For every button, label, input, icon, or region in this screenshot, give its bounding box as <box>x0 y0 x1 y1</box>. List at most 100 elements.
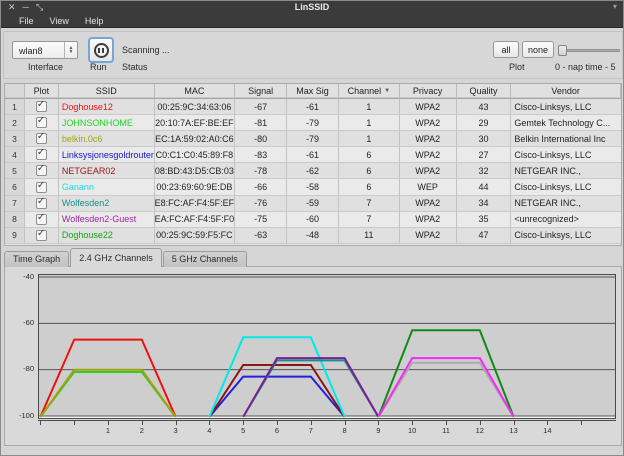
max-sig-cell: -48 <box>287 228 339 244</box>
menu-item-view[interactable]: View <box>50 16 69 26</box>
x-tick-label: 8 <box>335 426 355 435</box>
channel-cell: 7 <box>339 212 400 228</box>
x-tick-label: 3 <box>166 426 186 435</box>
plot-checkbox[interactable]: ✓ <box>36 149 47 160</box>
menu-item-file[interactable]: File <box>19 16 34 26</box>
plot-checkbox[interactable]: ✓ <box>36 198 47 209</box>
privacy-cell: WPA2 <box>400 131 457 147</box>
x-tick <box>547 421 548 425</box>
table-row[interactable]: 1 ✓ Doghouse12 00:25:9C:34:63:06 -67 -61… <box>5 99 621 115</box>
table-row[interactable]: 6 ✓ Ganann 00:23:69:60:9E:DB -66 -58 6 W… <box>5 179 621 195</box>
titlebar[interactable]: ✕ ─ ⤡ LinSSID ▾ <box>1 1 623 14</box>
column-header-channel[interactable]: Channel▼ <box>339 84 400 98</box>
table-row[interactable]: 7 ✓ Wolfesden2 E8:FC:AF:F4:5F:EF -76 -59… <box>5 196 621 212</box>
x-tick-label: 9 <box>368 426 388 435</box>
column-header-quality[interactable]: Quality <box>457 84 512 98</box>
run-pause-button[interactable] <box>88 37 114 63</box>
signal-cell: -63 <box>235 228 287 244</box>
channel-graph-panel: -40-60-80-100 1234567891011121314 <box>4 266 622 446</box>
tab-time-graph[interactable]: Time Graph <box>4 251 69 267</box>
ssid-cell: Doghouse22 <box>59 228 155 244</box>
interface-label: Interface <box>28 62 63 72</box>
plot-checkbox[interactable]: ✓ <box>36 182 47 193</box>
privacy-cell: WPA2 <box>400 212 457 228</box>
signal-curve-netgear02 <box>209 365 344 417</box>
mac-cell: 00:25:9C:59:F5:FC <box>155 228 236 244</box>
table-row[interactable]: 4 ✓ Linksysjonesgoldrouter C0:C1:C0:45:8… <box>5 147 621 163</box>
mac-cell: EC:1A:59:02:A0:C6 <box>155 131 236 147</box>
tab-2-4-ghz-channels[interactable]: 2.4 GHz Channels <box>70 248 162 267</box>
column-header-plot[interactable]: Plot <box>25 84 59 98</box>
quality-cell: 27 <box>457 147 512 163</box>
plot-checkbox[interactable]: ✓ <box>36 133 47 144</box>
plot-checkbox[interactable]: ✓ <box>36 214 47 225</box>
max-sig-cell: -61 <box>287 99 339 115</box>
table-row[interactable]: 2 ✓ JOHNSONHOME 20:10:7A:EF:BE:EF -81 -7… <box>5 115 621 131</box>
column-header-ssid[interactable]: SSID <box>59 84 155 98</box>
x-tick-label: 10 <box>402 426 422 435</box>
menu-item-help[interactable]: Help <box>85 16 104 26</box>
signal-curve-unlabeled-gray <box>378 363 513 417</box>
vendor-cell: Cisco-Linksys, LLC <box>511 147 621 163</box>
channel-cell: 6 <box>339 163 400 179</box>
channel-cell: 7 <box>339 196 400 212</box>
row-number: 2 <box>5 115 25 131</box>
x-tick <box>480 421 481 425</box>
vendor-cell: NETGEAR INC., <box>511 163 621 179</box>
column-header-vendor[interactable]: Vendor <box>511 84 621 98</box>
vendor-cell: NETGEAR INC., <box>511 196 621 212</box>
status-value: Scanning ... <box>122 45 170 55</box>
column-header-privacy[interactable]: Privacy <box>400 84 457 98</box>
x-axis-line <box>38 420 616 421</box>
signal-cell: -76 <box>235 196 287 212</box>
signal-cell: -83 <box>235 147 287 163</box>
table-row[interactable]: 9 ✓ Doghouse22 00:25:9C:59:F5:FC -63 -48… <box>5 228 621 244</box>
privacy-cell: WEP <box>400 179 457 195</box>
vendor-cell: Cisco-Linksys, LLC <box>511 99 621 115</box>
x-tick <box>243 421 244 425</box>
interface-value: wlan8 <box>19 46 43 56</box>
plot-checkbox[interactable]: ✓ <box>36 165 47 176</box>
plot-cell: ✓ <box>25 99 59 115</box>
max-sig-cell: -58 <box>287 179 339 195</box>
signal-cell: -81 <box>235 115 287 131</box>
privacy-cell: WPA2 <box>400 228 457 244</box>
column-header-signal[interactable]: Signal <box>235 84 287 98</box>
graph-tabbar: Time Graph 2.4 GHz Channels 5 GHz Channe… <box>4 248 247 267</box>
table-row[interactable]: 5 ✓ NETGEAR02 08:BD:43:D5:CB:03 -78 -62 … <box>5 163 621 179</box>
interface-select[interactable]: wlan8 ▲▼ <box>12 41 78 59</box>
x-tick-label: 13 <box>504 426 524 435</box>
titlebar-overflow-icon[interactable]: ▾ <box>613 2 617 11</box>
max-sig-cell: -79 <box>287 131 339 147</box>
nap-time-slider[interactable] <box>558 45 620 55</box>
slider-groove[interactable] <box>558 49 620 52</box>
tab-5-ghz-channels[interactable]: 5 GHz Channels <box>163 251 247 267</box>
vendor-cell: Gemtek Technology C... <box>511 115 621 131</box>
run-label: Run <box>90 62 107 72</box>
vendor-cell: Cisco-Linksys, LLC <box>511 179 621 195</box>
plot-checkbox[interactable]: ✓ <box>36 117 47 128</box>
plot-checkbox[interactable]: ✓ <box>36 230 47 241</box>
check-icon: ✓ <box>37 147 45 158</box>
plot-none-button[interactable]: none <box>522 41 554 58</box>
plot-all-button[interactable]: all <box>493 41 519 58</box>
channel-cell: 1 <box>339 99 400 115</box>
column-header-max-sig[interactable]: Max Sig <box>287 84 339 98</box>
x-tick <box>74 421 75 425</box>
spinner-arrows-icon[interactable]: ▲▼ <box>64 42 77 58</box>
signal-cell: -67 <box>235 99 287 115</box>
table-row[interactable]: 3 ✓ belkin.0c6 EC:1A:59:02:A0:C6 -80 -79… <box>5 131 621 147</box>
x-tick <box>446 421 447 425</box>
chart-canvas <box>38 274 616 419</box>
x-tick-label: 7 <box>301 426 321 435</box>
check-icon: ✓ <box>37 180 45 191</box>
mac-cell: E8:FC:AF:F4:5F:EF <box>155 196 236 212</box>
max-sig-cell: -60 <box>287 212 339 228</box>
plot-label: Plot <box>509 62 525 72</box>
column-header-mac[interactable]: MAC <box>155 84 236 98</box>
slider-handle[interactable] <box>558 45 567 56</box>
table-row[interactable]: 8 ✓ Wolfesden2-Guest EA:FC:AF:F4:5F:F0 -… <box>5 212 621 228</box>
vendor-cell: Cisco-Linksys, LLC <box>511 228 621 244</box>
plot-checkbox[interactable]: ✓ <box>36 101 47 112</box>
check-icon: ✓ <box>37 196 45 207</box>
